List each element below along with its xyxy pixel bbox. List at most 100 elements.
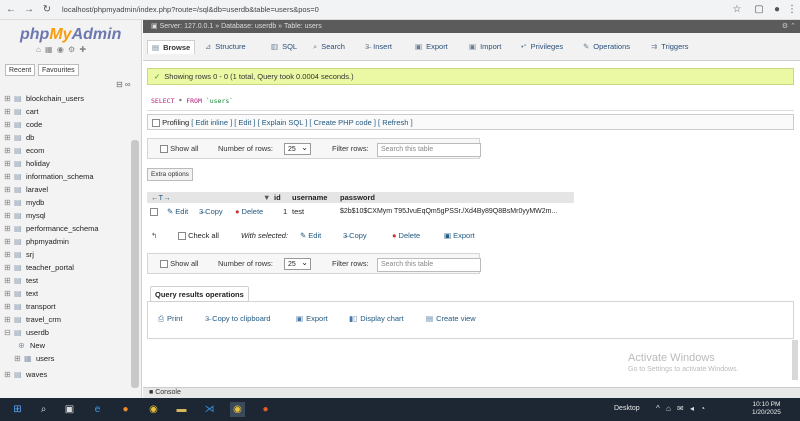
file-explorer-icon[interactable]: ▬ (174, 402, 189, 417)
expand-icon[interactable]: ⊞ (4, 368, 14, 381)
extensions-icon[interactable]: ▢ (752, 3, 766, 17)
tree-db-cart[interactable]: ⊞ ▤ cart (4, 105, 130, 118)
tree-db-waves[interactable]: ⊞ ▤ waves (4, 368, 130, 381)
profile-icon[interactable]: ● (770, 3, 784, 17)
tree-db-travel-crm[interactable]: ⊞ ▤ travel_crm (4, 313, 130, 326)
profiling-checkbox[interactable] (152, 119, 160, 128)
cell-id[interactable]: 1 (283, 204, 287, 219)
phpmyadmin-logo[interactable]: phpMyAdmin (20, 26, 121, 44)
column-password[interactable]: password (340, 192, 375, 203)
tree-db-text[interactable]: ⊞ ▤ text (4, 287, 130, 300)
row-copy-button[interactable]: 3̶ Copy (199, 204, 223, 219)
tree-db-transport[interactable]: ⊞ ▤ transport (4, 300, 130, 313)
tree-db-userdb[interactable]: ⊟ ▤ userdb (4, 326, 130, 339)
clock[interactable]: 10:10 PM 1/20/2025 (752, 401, 781, 417)
tree-db-code[interactable]: ⊞ ▤ code (4, 118, 130, 131)
tree-db-srj[interactable]: ⊞ ▤ srj (4, 248, 130, 261)
windows-start-icon[interactable]: ⊞ (10, 402, 25, 417)
extra-options-button[interactable]: Extra options (147, 168, 193, 181)
tree-table-users[interactable]: ⊞ ▦ users (14, 352, 140, 365)
column-id[interactable]: id (274, 192, 281, 203)
create-view-button[interactable]: ▤ Create view (426, 314, 476, 323)
breadcrumb-table[interactable]: Table: users (284, 23, 322, 30)
tree-db-mysql[interactable]: ⊞ ▤ mysql (4, 209, 130, 222)
tree-db-holiday[interactable]: ⊞ ▤ holiday (4, 157, 130, 170)
recent-tab[interactable]: Recent (5, 64, 36, 76)
expand-icon[interactable]: ⊞ (4, 300, 14, 313)
filter-input[interactable]: Search this table (377, 258, 481, 272)
expand-icon[interactable]: ⊞ (4, 248, 14, 261)
settings-gear-icon[interactable]: ⚙ ⌃ (782, 20, 796, 33)
reload-icon[interactable]: ↻ (40, 3, 54, 17)
chrome-active-icon[interactable]: ◉ (230, 402, 245, 417)
menu-icon[interactable]: ⋮ (785, 3, 799, 17)
address-bar[interactable]: localhost/phpmyadmin/index.php?route=/sq… (62, 3, 319, 17)
task-view-icon[interactable]: ▣ (62, 402, 77, 417)
expand-icon[interactable]: ⊞ (4, 222, 14, 235)
expand-icon[interactable]: ⊞ (4, 118, 14, 131)
expand-icon[interactable]: ⊞ (4, 209, 14, 222)
tab-structure[interactable]: ⊿ Structure (205, 40, 246, 54)
system-tray-icons[interactable]: ^ ⌂ ✉ ◂ ◔ (656, 404, 707, 413)
bulk-edit-button[interactable]: ✎ Edit (300, 229, 321, 243)
expand-icon[interactable]: ⊞ (4, 92, 14, 105)
expand-icon[interactable]: ⊞ (14, 352, 24, 365)
favourites-tab[interactable]: Favourites (38, 64, 79, 76)
search-icon[interactable]: ⌕ (36, 402, 51, 417)
bulk-delete-button[interactable]: ● Delete (392, 229, 420, 243)
row-edit-button[interactable]: ✎ Edit (167, 204, 188, 219)
expand-icon[interactable]: ⊞ (4, 170, 14, 183)
check-all-label[interactable]: Check all (188, 231, 219, 240)
expand-icon[interactable]: ⊞ (4, 157, 14, 170)
expand-icon[interactable]: ⊞ (4, 131, 14, 144)
tree-db-mydb[interactable]: ⊞ ▤ mydb (4, 196, 130, 209)
tab-operations[interactable]: ✎ Operations (583, 40, 630, 54)
desktop-label[interactable]: Desktop (614, 405, 640, 412)
column-username[interactable]: username (292, 192, 327, 203)
forward-icon[interactable]: → (22, 3, 36, 17)
row-checkbox[interactable] (150, 208, 158, 217)
cell-username[interactable]: test (292, 204, 304, 219)
expand-icon[interactable]: ⊞ (4, 287, 14, 300)
expand-icon[interactable]: ⊞ (4, 183, 14, 196)
tab-privileges[interactable]: •° Privileges (521, 40, 563, 54)
export-results-button[interactable]: ▣ Export (296, 314, 328, 323)
filter-input[interactable]: Search this table (377, 143, 481, 157)
tree-db-laravel[interactable]: ⊞ ▤ laravel (4, 183, 130, 196)
expand-icon[interactable]: ⊞ (4, 105, 14, 118)
breadcrumb-database[interactable]: Database: userdb (221, 23, 276, 30)
print-button[interactable]: ⎙ Print (158, 314, 182, 324)
show-all-checkbox[interactable] (160, 260, 168, 269)
column-arrows[interactable]: ←T→ (151, 192, 171, 203)
breadcrumb-server[interactable]: Server: 127.0.0.1 (160, 23, 214, 30)
tab-import[interactable]: ▣ Import (469, 40, 501, 54)
tree-db-db[interactable]: ⊞ ▤ db (4, 131, 130, 144)
tree-new-table[interactable]: ⊕ New (18, 339, 144, 352)
expand-icon[interactable]: ⊞ (4, 313, 14, 326)
cell-password[interactable]: $2b$10$CXMym T95JvuEqQm5gPSSr./Xd4By89Q8… (340, 204, 557, 219)
edge-icon[interactable]: e (90, 402, 105, 417)
main-scrollbar[interactable] (792, 340, 798, 380)
console-bar[interactable]: ■ Console (143, 387, 800, 398)
expand-icon[interactable]: ⊞ (4, 274, 14, 287)
rows-select[interactable]: 25 (284, 142, 311, 155)
expand-icon[interactable]: ⊞ (4, 261, 14, 274)
bookmark-star-icon[interactable]: ☆ (730, 3, 744, 17)
sidebar-quick-icons[interactable]: ⌂ ▦ ◉ ⚙ ✚ (36, 45, 87, 54)
back-icon[interactable]: ← (4, 3, 18, 17)
tree-db-performance-schema[interactable]: ⊞ ▤ performance_schema (4, 222, 130, 235)
collapse-icon[interactable]: ⊟ ∞ (116, 80, 131, 89)
tab-search[interactable]: ⌕ Search (313, 40, 345, 54)
query-action-links[interactable]: [ Edit inline ] [ Edit ] [ Explain SQL ]… (191, 118, 412, 127)
sidebar-scrollbar[interactable] (131, 140, 139, 388)
tab-insert[interactable]: 3̶ Insert (365, 40, 392, 54)
firefox-icon[interactable]: ● (118, 402, 133, 417)
tab-sql[interactable]: ▥ SQL (271, 40, 297, 54)
chrome-icon[interactable]: ◉ (146, 402, 161, 417)
show-all-checkbox[interactable] (160, 145, 168, 154)
tree-db-information-schema[interactable]: ⊞ ▤ information_schema (4, 170, 130, 183)
vscode-icon[interactable]: ⋊ (202, 402, 217, 417)
row-delete-button[interactable]: ● Delete (235, 204, 263, 219)
copy-to-clipboard-button[interactable]: 3̶ Copy to clipboard (205, 314, 271, 323)
collapse-icon[interactable]: ⊟ (4, 326, 14, 339)
